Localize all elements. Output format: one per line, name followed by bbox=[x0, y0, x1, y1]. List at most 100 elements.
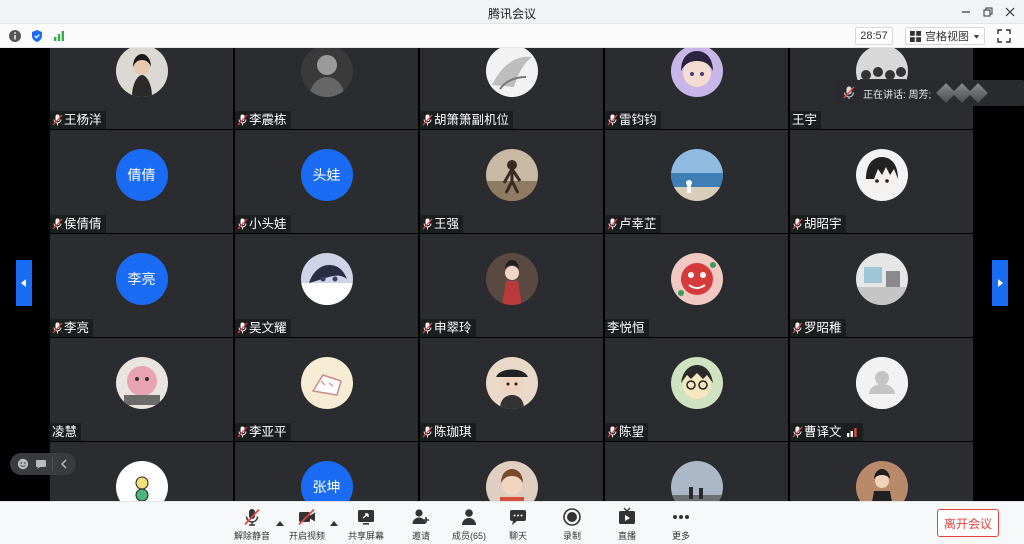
participant-avatar bbox=[300, 357, 353, 409]
participant-avatar bbox=[855, 461, 908, 501]
share-screen-label: 共享屏幕 bbox=[347, 531, 384, 541]
signal-icon bbox=[54, 31, 64, 41]
minimize-button[interactable] bbox=[957, 3, 975, 21]
start-video-button[interactable]: 开启视频 bbox=[288, 506, 326, 544]
participant-nametag: 王强 bbox=[420, 215, 464, 233]
video-off-icon bbox=[296, 506, 318, 528]
participant-tile[interactable]: 申翠玲 bbox=[420, 234, 603, 337]
participant-tile[interactable]: 王杨洋 bbox=[50, 48, 233, 129]
audio-options-caret[interactable] bbox=[276, 515, 284, 526]
unmute-button[interactable]: 解除静音 bbox=[233, 506, 271, 544]
participant-name: 陈望 bbox=[619, 425, 645, 439]
participant-nametag: 陈望 bbox=[605, 423, 649, 441]
participant-tile[interactable]: 曹译文 bbox=[790, 338, 973, 441]
participant-grid: 王杨洋 李震栋 胡箫箫副机位 雷钧钧 王宇倩倩 侯倩倩 头娃 小头娃王强 卢幸芷 胡昭宇李亮 李亮吴… bbox=[50, 48, 974, 501]
participant-tile[interactable]: 胡箫箫副机位 bbox=[420, 48, 603, 129]
participant-tile[interactable]: 凌慧 bbox=[50, 338, 233, 441]
meeting-timer: 28:57 bbox=[855, 27, 893, 45]
participant-tile[interactable]: 李震栋 bbox=[235, 48, 418, 129]
weak-signal-icon bbox=[846, 427, 859, 437]
speaker-avatars bbox=[936, 83, 989, 103]
participant-tile[interactable]: 李亚平 bbox=[235, 338, 418, 441]
divider bbox=[52, 457, 53, 471]
grid-view-icon bbox=[910, 30, 921, 42]
view-mode-dropdown[interactable]: 宫格视图 bbox=[905, 27, 985, 45]
fullscreen-button[interactable] bbox=[996, 28, 1012, 44]
participant-name: 凌慧 bbox=[52, 425, 78, 439]
participant-tile[interactable]: 胡昭宇 bbox=[790, 130, 973, 233]
participant-avatar bbox=[115, 461, 168, 501]
previous-page-button[interactable] bbox=[16, 260, 32, 306]
participant-avatar bbox=[485, 357, 538, 409]
chat-bubble-button[interactable] bbox=[34, 457, 48, 471]
participant-tile[interactable] bbox=[790, 442, 973, 501]
emoji-button[interactable] bbox=[16, 457, 30, 471]
message-icon bbox=[36, 460, 46, 469]
invite-button[interactable]: 邀请 bbox=[405, 506, 437, 544]
participant-tile[interactable]: 倩倩 侯倩倩 bbox=[50, 130, 233, 233]
participant-nametag: 陈珈琪 bbox=[420, 423, 476, 441]
participant-avatar bbox=[855, 253, 908, 305]
participant-name: 王宇 bbox=[792, 113, 818, 127]
participant-tile[interactable]: 陈望 bbox=[605, 338, 788, 441]
muted-mic-icon bbox=[422, 426, 433, 438]
collapse-button[interactable] bbox=[57, 457, 71, 471]
participant-name: 申翠玲 bbox=[434, 321, 472, 335]
participant-tile[interactable]: 陈珈琪 bbox=[420, 338, 603, 441]
network-status-button[interactable] bbox=[51, 28, 67, 44]
participant-tile[interactable]: 头娃 小头娃 bbox=[235, 130, 418, 233]
participant-tile[interactable] bbox=[605, 442, 788, 501]
bottom-toolbar: 解除静音 开启视频 共享屏幕 邀请 成员(65) 聊天 录制 直播 更多 离开会… bbox=[0, 501, 1024, 544]
participant-name: 王强 bbox=[434, 217, 460, 231]
chevron-up-icon bbox=[276, 521, 284, 526]
participant-nametag: 卢幸芷 bbox=[605, 215, 661, 233]
leave-meeting-button[interactable]: 离开会议 bbox=[937, 509, 999, 537]
participant-tile[interactable]: 李悦恒 bbox=[605, 234, 788, 337]
participant-avatar bbox=[670, 253, 723, 305]
participant-nametag: 罗昭稚 bbox=[790, 319, 846, 337]
chat-button[interactable]: 聊天 bbox=[502, 506, 534, 544]
participant-name: 吴文耀 bbox=[249, 321, 287, 335]
video-options-caret[interactable] bbox=[330, 515, 338, 526]
record-button[interactable]: 录制 bbox=[556, 506, 588, 544]
participant-avatar bbox=[670, 149, 723, 201]
muted-mic-icon bbox=[792, 322, 803, 334]
participant-tile[interactable]: 李亮 李亮 bbox=[50, 234, 233, 337]
participant-nametag: 李悦恒 bbox=[605, 319, 649, 337]
participant-avatar bbox=[300, 48, 353, 97]
participant-tile[interactable] bbox=[50, 442, 233, 501]
participant-nametag: 李震栋 bbox=[235, 111, 291, 129]
next-page-button[interactable] bbox=[992, 260, 1008, 306]
security-button[interactable] bbox=[29, 28, 45, 44]
participant-tile[interactable]: 王强 bbox=[420, 130, 603, 233]
muted-mic-icon bbox=[241, 506, 263, 528]
participant-tile[interactable]: 张坤 bbox=[235, 442, 418, 501]
participant-tile[interactable]: 吴文耀 bbox=[235, 234, 418, 337]
participant-tile[interactable]: 雷钧钧 bbox=[605, 48, 788, 129]
participant-tile[interactable]: 罗昭稚 bbox=[790, 234, 973, 337]
restore-icon bbox=[983, 7, 993, 17]
more-button[interactable]: 更多 bbox=[665, 506, 697, 544]
close-button[interactable] bbox=[1001, 3, 1019, 21]
participant-nametag: 李亚平 bbox=[235, 423, 291, 441]
participant-avatar bbox=[485, 149, 538, 201]
muted-mic-icon bbox=[422, 218, 433, 230]
participant-name: 李亮 bbox=[64, 321, 90, 335]
share-screen-button[interactable]: 共享屏幕 bbox=[347, 506, 385, 544]
live-stream-label: 直播 bbox=[617, 531, 636, 541]
participant-avatar bbox=[485, 253, 538, 305]
participant-tile[interactable] bbox=[420, 442, 603, 501]
muted-mic-icon bbox=[52, 114, 63, 126]
restore-button[interactable] bbox=[979, 3, 997, 21]
participant-tile[interactable]: 卢幸芷 bbox=[605, 130, 788, 233]
chevron-down-icon bbox=[973, 34, 980, 39]
meeting-info-bar: 28:57 宫格视图 bbox=[0, 24, 1024, 48]
participant-name: 陈珈琪 bbox=[434, 425, 472, 439]
live-stream-icon bbox=[616, 506, 638, 528]
meeting-info-button[interactable] bbox=[7, 28, 23, 44]
muted-mic-icon bbox=[792, 426, 803, 438]
members-button[interactable]: 成员(65) bbox=[450, 506, 488, 544]
chevron-right-icon bbox=[998, 279, 1003, 287]
live-stream-button[interactable]: 直播 bbox=[611, 506, 643, 544]
members-label: 成员(65) bbox=[451, 531, 486, 541]
